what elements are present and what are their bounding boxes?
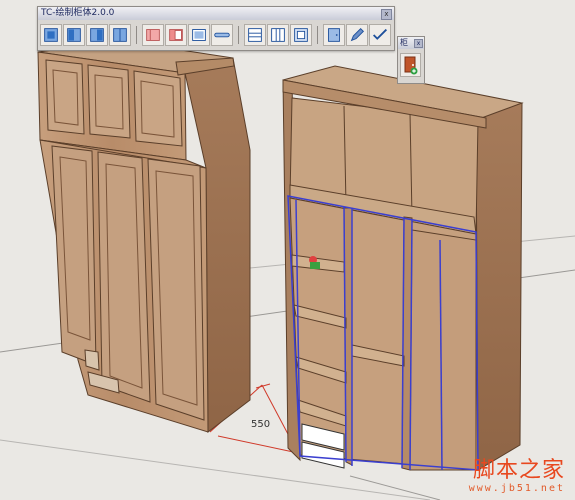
pen-button[interactable] xyxy=(346,24,368,46)
toolbar-separator xyxy=(238,26,239,44)
cabinet-right-button[interactable] xyxy=(86,24,108,46)
cabinet-front-icon xyxy=(44,28,58,42)
panel-frame-button[interactable] xyxy=(188,24,210,46)
panel-pink-icon xyxy=(146,29,160,41)
cabinet-front-button[interactable] xyxy=(40,24,62,46)
toolbar-title-text: TC-绘制柜体2.0.0 xyxy=(41,8,115,18)
shelves-button[interactable] xyxy=(244,24,266,46)
checkmark-button[interactable] xyxy=(369,24,391,46)
cabinet-mini-toolbar[interactable]: 柜 x xyxy=(397,36,425,84)
shelves-icon xyxy=(248,28,262,42)
panel-frame-icon xyxy=(192,29,206,41)
door-add-button[interactable] xyxy=(400,53,421,77)
left-wardrobe[interactable] xyxy=(37,40,251,434)
close-icon[interactable]: x xyxy=(381,9,392,20)
toolbar-buttons xyxy=(40,23,392,47)
split-panel-icon xyxy=(271,28,285,42)
close-icon[interactable]: x xyxy=(414,39,423,48)
panel-red-icon xyxy=(169,29,183,41)
cabinet-right-icon xyxy=(90,28,104,42)
door-panel-button[interactable] xyxy=(323,24,345,46)
cabinet-double-icon xyxy=(113,28,127,42)
cabinet-left-button[interactable] xyxy=(63,24,85,46)
mini-toolbar-title[interactable]: 柜 x xyxy=(398,37,424,49)
tc-cabinet-toolbar[interactable]: TC-绘制柜体2.0.0 x xyxy=(37,6,395,51)
watermark-brand: 脚本之家 xyxy=(472,458,565,483)
checkmark-icon xyxy=(372,28,388,40)
watermark-url: www.jb51.net xyxy=(468,483,565,494)
door-add-icon xyxy=(404,56,418,75)
split-panel-button[interactable] xyxy=(267,24,289,46)
rod-icon xyxy=(214,32,230,38)
toolbar-separator xyxy=(136,26,137,44)
watermark: 脚本之家 www.jb51.net xyxy=(468,458,565,495)
sketchup-viewport[interactable] xyxy=(0,0,575,500)
back-panel-icon xyxy=(294,28,308,42)
toolbar-separator xyxy=(317,26,318,44)
mini-toolbar-title-text: 柜 xyxy=(400,38,408,47)
rod-button[interactable] xyxy=(211,24,233,46)
panel-red-button[interactable] xyxy=(165,24,187,46)
cabinet-double-button[interactable] xyxy=(109,24,131,46)
cabinet-left-icon xyxy=(67,28,81,42)
panel-pink-button[interactable] xyxy=(142,24,164,46)
dimension-label: 550 xyxy=(251,419,271,430)
door-panel-icon xyxy=(328,28,340,42)
back-panel-button[interactable] xyxy=(290,24,312,46)
pen-icon xyxy=(350,27,365,42)
toolbar-title[interactable]: TC-绘制柜体2.0.0 x xyxy=(38,7,394,20)
